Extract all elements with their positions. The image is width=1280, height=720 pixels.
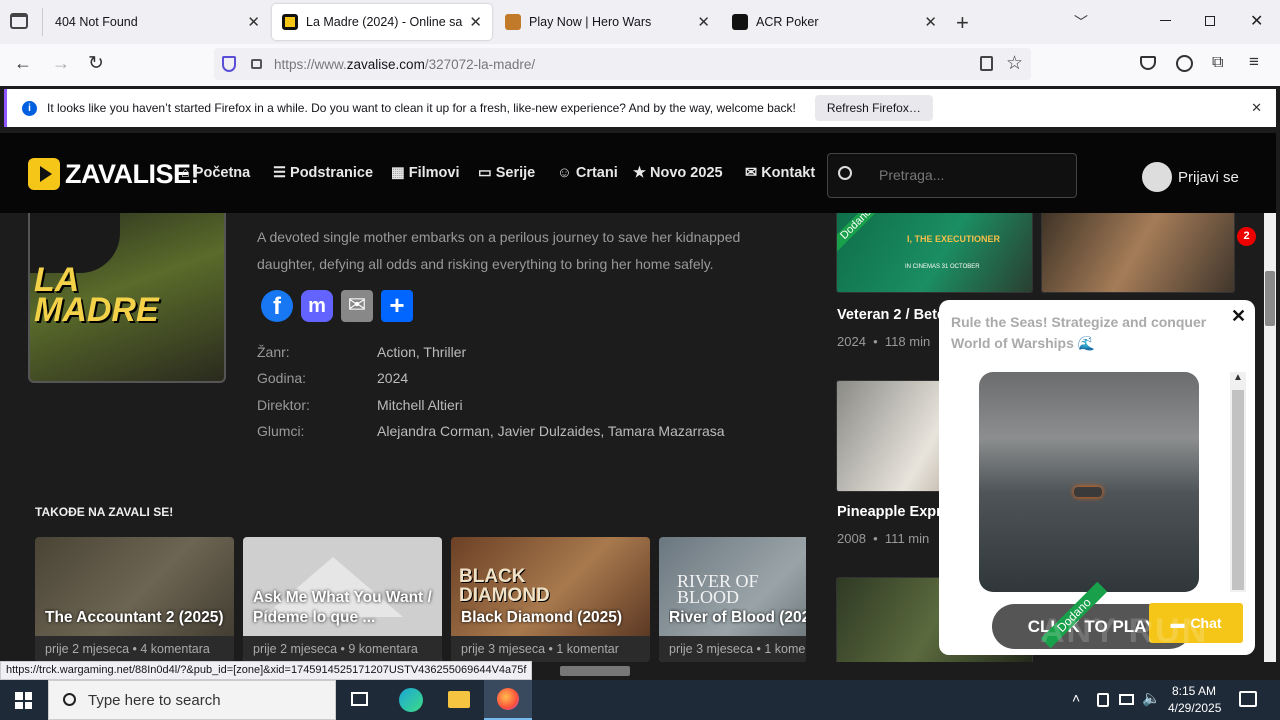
card-poster-text: RIVER OF BLOOD (677, 571, 759, 607)
related-card[interactable]: RIVER OF BLOOD River of Blood (2024) pri… (659, 537, 806, 662)
page-scrollbar[interactable] (1264, 213, 1276, 662)
search-input[interactable]: Pretraga... (879, 167, 944, 183)
sidebar-poster-sub: IN CINEMAS 31 OCTOBER (905, 264, 980, 270)
clock[interactable]: 8:15 AM 4/29/2025 (1168, 683, 1222, 717)
card-meta: prije 2 mjeseca • 4 komentara (35, 636, 234, 662)
file-explorer-icon[interactable] (448, 691, 470, 708)
card-meta: prije 2 mjeseca • 9 komentara (243, 636, 442, 662)
user-avatar-icon (1142, 162, 1172, 192)
new-tab-icon[interactable]: + (956, 10, 969, 36)
status-url: https://trck.wargaming.net/88In0d4l/?&pu… (0, 661, 533, 680)
card-meta: prije 3 mjeseca • 1 komentar (451, 636, 650, 662)
tray-chevron-icon[interactable]: ˄ (1072, 690, 1080, 706)
related-card[interactable]: BLACK DIAMOND Black Diamond (2025) prije… (451, 537, 650, 662)
taskbar-search-placeholder: Type here to search (88, 692, 221, 709)
search-icon (63, 693, 76, 706)
clock-time: 8:15 AM (1171, 684, 1217, 698)
refresh-firefox-button[interactable]: Refresh Firefox… (814, 95, 933, 121)
sidebar-item-year: 2008 (837, 531, 866, 546)
ad-game-image[interactable] (979, 372, 1199, 592)
anyrun-watermark: ANY RUN (1040, 612, 1209, 650)
sidebar-item-meta: 2024 • 118 min (837, 334, 931, 349)
sidebar-item-meta: 2008 • 111 min (837, 531, 930, 546)
minimize-icon[interactable] (1160, 20, 1171, 21)
related-cards: The Accountant 2 (2025) prije 2 mjeseca … (0, 0, 806, 662)
ad-popup[interactable]: Rule the Seas! Strategize and conquer Wo… (939, 300, 1255, 655)
sidebar-poster[interactable] (1041, 213, 1235, 293)
menu-icon[interactable]: ≡ (1249, 52, 1259, 72)
scrollbar-thumb[interactable] (560, 666, 630, 676)
scrollbar-thumb[interactable] (1265, 271, 1275, 326)
close-tab-icon[interactable]: ✕ (924, 13, 937, 31)
network-icon[interactable] (1119, 694, 1134, 705)
notification-count-badge[interactable]: 2 (1237, 227, 1256, 246)
ship-icon (1074, 487, 1102, 497)
windows-start-icon[interactable] (15, 692, 32, 709)
task-view-icon[interactable] (351, 692, 368, 706)
site-search[interactable]: Pretraga... (827, 153, 1077, 198)
search-icon (838, 166, 852, 180)
ad-scrollbar[interactable]: ▲ (1230, 372, 1246, 592)
dodano-ribbon: Dodano (837, 213, 885, 253)
card-poster-text: BLACK DIAMOND (459, 566, 550, 606)
close-notification-icon[interactable]: ✕ (1251, 100, 1262, 116)
edge-icon[interactable] (399, 688, 423, 712)
sidebar-poster[interactable]: Dodano I, THE EXECUTIONER IN CINEMAS 31 … (836, 213, 1033, 293)
tray-device-icon[interactable] (1097, 693, 1109, 707)
related-card[interactable]: Ask Me What You Want / Pídeme lo que ...… (243, 537, 442, 662)
firefox-icon (497, 688, 519, 710)
taskbar-search[interactable]: Type here to search (48, 680, 336, 720)
list-tabs-chevron-icon[interactable]: ﹀ (1074, 12, 1088, 32)
sidebar-item-duration: 118 min (884, 334, 931, 349)
ad-text: Rule the Seas! Strategize and conquer Wo… (951, 314, 1207, 351)
scrollbar-thumb[interactable] (1232, 390, 1244, 590)
sidebar-item-year: 2024 (837, 334, 866, 349)
card-title: River of Blood (2024) (669, 609, 806, 626)
scroll-up-icon[interactable]: ▲ (1233, 372, 1243, 383)
card-title: Ask Me What You Want / Pídeme lo que ... (253, 589, 432, 626)
extensions-icon[interactable]: ⧉ (1212, 54, 1223, 72)
sidebar-item-duration: 111 min (884, 531, 930, 546)
card-title: Black Diamond (2025) (461, 609, 623, 626)
login-button[interactable]: Prijavi se (1142, 162, 1239, 192)
account-icon[interactable] (1176, 55, 1193, 72)
restore-icon[interactable] (1205, 16, 1215, 26)
clock-date: 4/29/2025 (1168, 701, 1222, 715)
windows-taskbar: Type here to search ˄ 🔈 8:15 AM 4/29/202… (0, 680, 1280, 720)
card-meta: prije 3 mjeseca • 1 komentar (659, 636, 806, 662)
firefox-taskbar-icon[interactable] (484, 680, 532, 720)
card-title: The Accountant 2 (2025) (45, 609, 224, 626)
bookmark-star-icon[interactable]: ☆ (1006, 52, 1023, 75)
related-card[interactable]: The Accountant 2 (2025) prije 2 mjeseca … (35, 537, 234, 662)
close-window-icon[interactable]: ✕ (1250, 11, 1263, 31)
login-label: Prijavi se (1178, 168, 1239, 186)
sidebar-poster-text: I, THE EXECUTIONER (907, 234, 1001, 244)
notification-center-icon[interactable] (1239, 691, 1257, 707)
volume-icon[interactable]: 🔈 (1142, 689, 1161, 707)
reader-view-icon[interactable] (980, 56, 993, 71)
close-ad-icon[interactable]: ✕ (1231, 306, 1246, 327)
